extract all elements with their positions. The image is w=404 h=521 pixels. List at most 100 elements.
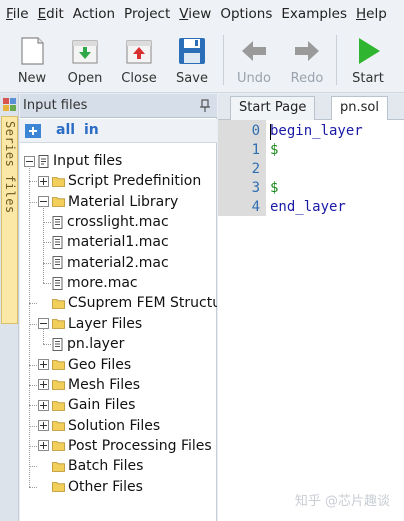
- menu-file[interactable]: File: [6, 6, 29, 22]
- folder-icon: [52, 441, 65, 452]
- play-icon: [359, 38, 380, 64]
- collapse-toggle[interactable]: [24, 155, 35, 167]
- tree-label: more.mac: [67, 275, 138, 292]
- watermark: 知乎 @芯片趣谈: [294, 494, 390, 509]
- tree-label: Script Predefinition: [68, 173, 202, 190]
- tree-guide-line: [43, 242, 51, 244]
- tree-label: Other Files: [68, 478, 143, 495]
- menu-options[interactable]: Options: [220, 6, 272, 22]
- tree-file-item[interactable]: more.mac: [52, 273, 138, 293]
- code-text: $: [270, 180, 279, 196]
- menu-examples[interactable]: Examples: [281, 6, 347, 22]
- tree-guide-line: [29, 466, 37, 468]
- panel-grid-icon[interactable]: [2, 97, 17, 112]
- code-text: end_layer: [270, 199, 346, 215]
- line-number: 1: [251, 142, 260, 158]
- tree-file-item[interactable]: crosslight.mac: [52, 212, 169, 232]
- tree-folder-item[interactable]: CSuprem FEM Structu: [38, 293, 217, 313]
- pin-icon[interactable]: [199, 99, 211, 113]
- panel-toolbar: all in: [20, 119, 217, 143]
- tree-guide-line: [29, 181, 37, 183]
- tree-label: Batch Files: [68, 458, 144, 475]
- tree-label: Gain Files: [68, 397, 136, 414]
- file-icon: [52, 215, 63, 229]
- expand-toggle[interactable]: [38, 399, 49, 411]
- code-editor[interactable]: 0 begin_layer 1 $2 3 $4 end_layer: [218, 120, 404, 521]
- close-label: Close: [121, 71, 157, 86]
- toolbar-separator: [336, 35, 337, 85]
- save-floppy-icon: [179, 38, 205, 64]
- arrow-right-icon: [295, 41, 319, 61]
- menu-edit[interactable]: Edit: [38, 6, 64, 22]
- tree-guide-line: [29, 323, 37, 325]
- tree-guide-line: [29, 425, 37, 427]
- start-button[interactable]: Start: [342, 31, 394, 91]
- folder-icon: [52, 360, 65, 370]
- file-icon: [52, 235, 63, 249]
- tree-guide-line: [43, 283, 51, 285]
- folder-icon: [52, 197, 65, 208]
- redo-label: Redo: [290, 71, 324, 86]
- tree-folder-item[interactable]: Mesh Files: [38, 375, 140, 395]
- tree-label: Post Processing Files: [68, 437, 212, 454]
- tab-start-page[interactable]: Start Page: [230, 96, 316, 120]
- folder-icon: [52, 482, 65, 492]
- tree-label: pn.layer: [67, 336, 125, 353]
- tree-folder-item[interactable]: Script Predefinition: [38, 171, 201, 191]
- expand-toggle[interactable]: [38, 379, 49, 391]
- tab-pn-sol[interactable]: pn.sol: [331, 96, 388, 121]
- line-number: 2: [251, 161, 260, 177]
- tree-folder-item[interactable]: Post Processing Files: [38, 436, 212, 456]
- undo-button[interactable]: Undo: [228, 31, 280, 91]
- open-button[interactable]: Open: [59, 31, 111, 91]
- tree-label: Mesh Files: [68, 376, 141, 393]
- series-files-tab[interactable]: Series files: [1, 116, 18, 324]
- menu-action[interactable]: Action: [73, 6, 115, 22]
- code-line: 2: [218, 161, 404, 180]
- file-tree: Input files Script Predefinition Material …: [20, 148, 217, 508]
- tree-label: CSuprem FEM Structu: [68, 295, 217, 312]
- file-icon: [52, 276, 63, 290]
- expand-toggle[interactable]: [38, 359, 49, 370]
- menu-help[interactable]: Help: [356, 6, 387, 22]
- add-folder-icon[interactable]: [24, 123, 42, 139]
- save-button[interactable]: Save: [166, 31, 218, 91]
- expand-toggle[interactable]: [38, 440, 49, 452]
- tree-folder-item[interactable]: Layer Files: [38, 314, 142, 334]
- code-line: 0 begin_layer: [218, 123, 404, 142]
- tree-folder-item[interactable]: Solution Files: [38, 416, 160, 436]
- toolbar: New Open Close Save Undo Redo Start: [0, 27, 404, 93]
- arrow-left-icon: [242, 41, 266, 61]
- close-file-icon: [126, 40, 152, 64]
- new-button[interactable]: New: [6, 31, 58, 91]
- tree-guide-line: [29, 384, 37, 386]
- tree-folder-item[interactable]: Other Files: [38, 477, 143, 497]
- tree-label: material1.mac: [67, 234, 169, 251]
- tree-guide-line: [43, 205, 44, 284]
- tree-file-item[interactable]: material2.mac: [52, 253, 169, 273]
- menu-view[interactable]: View: [179, 6, 211, 22]
- close-button[interactable]: Close: [113, 31, 165, 91]
- tree-folder-item[interactable]: Material Library: [38, 192, 178, 212]
- file-icon: [52, 256, 63, 270]
- expand-toggle[interactable]: [38, 420, 49, 432]
- tree-file-item[interactable]: material1.mac: [52, 232, 169, 252]
- tree-guide-line: [43, 344, 51, 346]
- tree-file-item[interactable]: pn.layer: [52, 334, 124, 354]
- undo-label: Undo: [237, 71, 271, 86]
- tree-folder-item[interactable]: Gain Files: [38, 395, 135, 415]
- line-number: 4: [251, 199, 260, 215]
- file-icon: [52, 337, 63, 351]
- code-line: 1 $: [218, 142, 404, 161]
- redo-button[interactable]: Redo: [281, 31, 333, 91]
- filter-all-link[interactable]: all: [56, 122, 75, 138]
- tree-folder-item[interactable]: Batch Files: [38, 456, 143, 476]
- start-label: Start: [352, 71, 384, 86]
- tree-root-input-files[interactable]: Input files: [24, 151, 122, 171]
- filter-in-link[interactable]: in: [84, 122, 99, 138]
- expand-toggle[interactable]: [38, 175, 49, 187]
- menu-project[interactable]: Project: [124, 6, 170, 22]
- save-label: Save: [176, 71, 208, 86]
- tree-folder-item[interactable]: Geo Files: [38, 355, 131, 375]
- tree-guide-line: [29, 486, 37, 488]
